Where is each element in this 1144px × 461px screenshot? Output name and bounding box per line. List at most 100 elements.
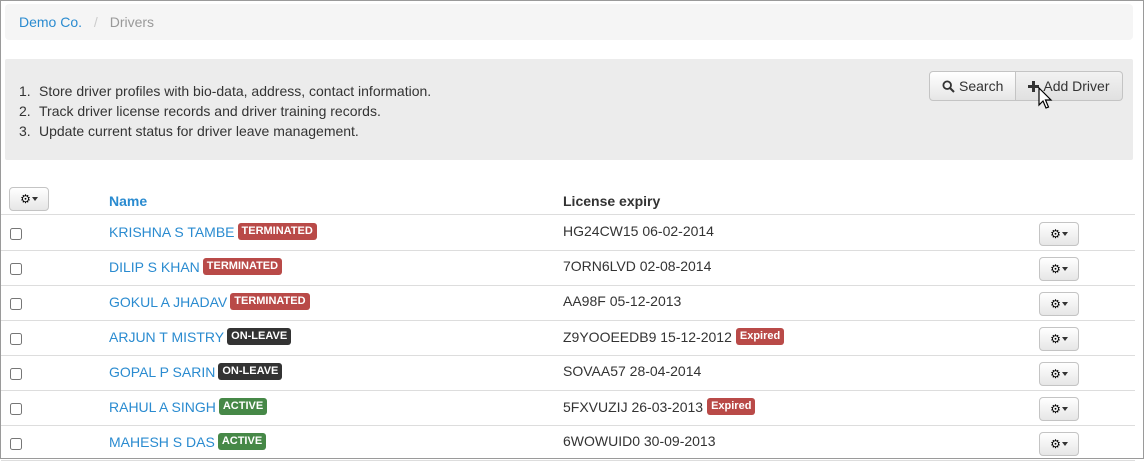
feature-number: 3.: [19, 123, 31, 139]
feature-text: Store driver profiles with bio-data, add…: [39, 83, 432, 99]
license-text: HG24CW15 06-02-2014: [563, 223, 714, 239]
driver-name-cell: DILIP S KHAN TERMINATED: [109, 258, 283, 275]
add-driver-button-label: Add Driver: [1043, 78, 1110, 94]
feature-item: 2. Track driver license records and drive…: [19, 101, 431, 121]
feature-list: 1. Store driver profiles with bio-data, a…: [19, 81, 431, 141]
row-actions-button[interactable]: ⚙: [1039, 222, 1079, 246]
license-text: SOVAA57 28-04-2014: [563, 363, 702, 379]
driver-name-link[interactable]: GOPAL P SARIN: [109, 364, 215, 380]
driver-name-cell: RAHUL A SINGH ACTIVE: [109, 398, 268, 415]
status-badge: TERMINATED: [237, 223, 317, 240]
feature-text: Update current status for driver leave m…: [39, 123, 359, 139]
column-header-license: License expiry: [563, 193, 661, 209]
gear-icon: ⚙: [1050, 367, 1061, 381]
driver-name-cell: ARJUN T MISTRY ON-LEAVE: [109, 328, 292, 345]
feature-number: 2.: [19, 103, 31, 119]
driver-name-cell: KRISHNA S TAMBE TERMINATED: [109, 223, 317, 240]
row-actions-button[interactable]: ⚙: [1039, 432, 1079, 456]
license-text: 6WOWUID0 30-09-2013: [563, 433, 716, 449]
caret-down-icon: [1061, 302, 1068, 306]
license-cell: 6WOWUID0 30-09-2013: [563, 433, 716, 449]
gear-icon: ⚙: [1050, 227, 1061, 241]
caret-down-icon: [1061, 372, 1068, 376]
driver-name-link[interactable]: GOKUL A JHADAV: [109, 294, 227, 310]
feature-text: Track driver license records and driver …: [39, 103, 381, 119]
gear-icon: ⚙: [20, 192, 31, 206]
driver-name-cell: GOKUL A JHADAV TERMINATED: [109, 293, 310, 310]
license-text: 5FXVUZIJ 26-03-2013: [563, 398, 704, 415]
row-select-checkbox[interactable]: [10, 438, 22, 450]
row-select-checkbox[interactable]: [10, 228, 22, 240]
gear-icon: ⚙: [1050, 297, 1061, 311]
status-badge: ON-LEAVE: [218, 363, 283, 380]
driver-name-link[interactable]: ARJUN T MISTRY: [109, 329, 224, 345]
driver-name-cell: MAHESH S DAS ACTIVE: [109, 433, 267, 450]
driver-name-link[interactable]: MAHESH S DAS: [109, 434, 215, 450]
row-actions-button[interactable]: ⚙: [1039, 257, 1079, 281]
status-badge: ACTIVE: [217, 433, 267, 450]
gear-icon: ⚙: [1050, 402, 1061, 416]
row-select-checkbox[interactable]: [10, 263, 22, 275]
table-header-row: Name License expiry: [1, 187, 1135, 215]
gear-icon: ⚙: [1050, 262, 1061, 276]
license-cell: SOVAA57 28-04-2014: [563, 363, 701, 379]
plus-icon: [1028, 80, 1040, 92]
license-cell: AA98F 05-12-2013: [563, 293, 681, 309]
breadcrumb-home-link[interactable]: Demo Co.: [19, 14, 82, 30]
caret-down-icon: [1061, 232, 1068, 236]
license-cell: 5FXVUZIJ 26-03-2013 Expired: [563, 398, 756, 415]
row-select-checkbox[interactable]: [10, 403, 22, 415]
table-row: DILIP S KHAN TERMINATED 7ORN6LVD 02-08-2…: [1, 251, 1135, 286]
feature-item: 3. Update current status for driver leave…: [19, 121, 431, 141]
breadcrumb: Demo Co. / Drivers: [5, 4, 1133, 40]
caret-down-icon: [31, 197, 38, 201]
table-row: RAHUL A SINGH ACTIVE 5FXVUZIJ 26-03-2013…: [1, 391, 1135, 426]
table-row: GOPAL P SARIN ON-LEAVE SOVAA57 28-04-201…: [1, 356, 1135, 391]
column-header-name[interactable]: Name: [109, 193, 147, 209]
row-actions-button[interactable]: ⚙: [1039, 362, 1079, 386]
table-row: KRISHNA S TAMBE TERMINATED HG24CW15 06-0…: [1, 216, 1135, 251]
search-icon: [942, 79, 955, 93]
caret-down-icon: [1061, 337, 1068, 341]
license-cell: 7ORN6LVD 02-08-2014: [563, 258, 711, 274]
gear-icon: ⚙: [1050, 437, 1061, 451]
row-select-checkbox[interactable]: [10, 298, 22, 310]
add-driver-button[interactable]: Add Driver: [1016, 71, 1123, 101]
license-cell: Z9YOOEEDB9 15-12-2012 Expired: [563, 328, 785, 345]
row-actions-button[interactable]: ⚙: [1039, 327, 1079, 351]
expired-badge: Expired: [735, 328, 785, 345]
feature-number: 1.: [19, 83, 31, 99]
caret-down-icon: [1061, 442, 1068, 446]
bulk-actions-button[interactable]: ⚙: [9, 187, 49, 211]
row-actions-button[interactable]: ⚙: [1039, 292, 1079, 316]
driver-name-link[interactable]: RAHUL A SINGH: [109, 399, 216, 415]
status-badge: ON-LEAVE: [227, 328, 292, 345]
table-row: ARJUN T MISTRY ON-LEAVE Z9YOOEEDB9 15-12…: [1, 321, 1135, 356]
toolbar-button-group: Search Add Driver: [929, 71, 1123, 101]
breadcrumb-current: Drivers: [109, 14, 155, 30]
status-badge: TERMINATED: [230, 293, 310, 310]
row-select-checkbox[interactable]: [10, 333, 22, 345]
app-frame: Demo Co. / Drivers 1. Store driver profil…: [0, 0, 1144, 461]
search-button[interactable]: Search: [929, 71, 1017, 101]
license-text: AA98F 05-12-2013: [563, 293, 682, 309]
driver-name-link[interactable]: DILIP S KHAN: [109, 259, 200, 275]
caret-down-icon: [1061, 407, 1068, 411]
caret-down-icon: [1061, 267, 1068, 271]
driver-name-cell: GOPAL P SARIN ON-LEAVE: [109, 363, 283, 380]
status-badge: ACTIVE: [218, 398, 268, 415]
status-badge: TERMINATED: [202, 258, 283, 275]
license-text: Z9YOOEEDB9 15-12-2012: [563, 328, 732, 345]
table-row: MAHESH S DAS ACTIVE 6WOWUID0 30-09-2013 …: [1, 426, 1135, 461]
search-button-label: Search: [959, 78, 1004, 94]
expired-badge: Expired: [707, 398, 756, 415]
driver-name-link[interactable]: KRISHNA S TAMBE: [109, 224, 235, 240]
license-text: 7ORN6LVD 02-08-2014: [563, 258, 712, 274]
license-cell: HG24CW15 06-02-2014: [563, 223, 714, 239]
row-select-checkbox[interactable]: [10, 368, 22, 380]
gear-icon: ⚙: [1050, 332, 1061, 346]
row-actions-button[interactable]: ⚙: [1039, 397, 1079, 421]
breadcrumb-separator: /: [93, 14, 98, 30]
table-row: GOKUL A JHADAV TERMINATED AA98F 05-12-20…: [1, 286, 1135, 321]
feature-item: 1. Store driver profiles with bio-data, a…: [19, 81, 431, 101]
